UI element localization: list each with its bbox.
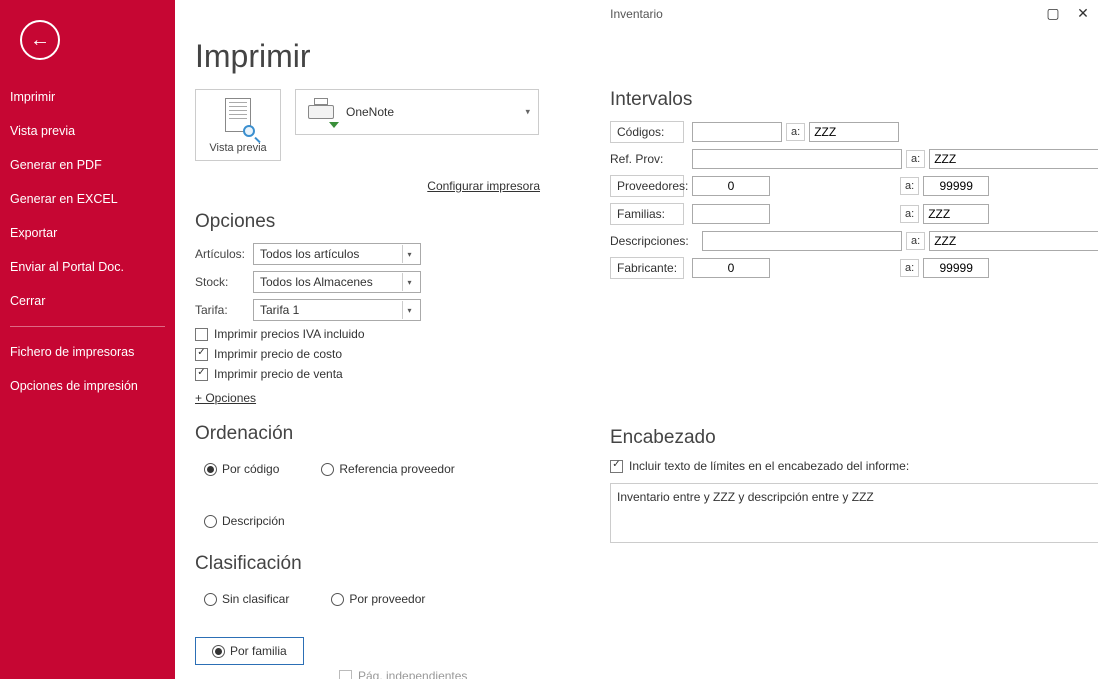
nav-generar-excel[interactable]: Generar en EXCEL xyxy=(0,182,175,216)
encabezado-textarea[interactable]: Inventario entre y ZZZ y descripción ent… xyxy=(610,483,1098,543)
ref-from-input[interactable] xyxy=(692,149,902,169)
radio-ref-proveedor[interactable]: Referencia proveedor xyxy=(312,455,463,483)
codigos-to-input[interactable] xyxy=(809,122,899,142)
desc-from-input[interactable] xyxy=(702,231,902,251)
fabricante-label[interactable]: Fabricante: xyxy=(610,257,684,279)
stock-dropdown[interactable]: Todos los Almacenes ▾ xyxy=(253,271,421,293)
articulos-dropdown[interactable]: Todos los artículos ▾ xyxy=(253,243,421,265)
nav-imprimir[interactable]: Imprimir xyxy=(0,80,175,114)
nav-exportar[interactable]: Exportar xyxy=(0,216,175,250)
page-title: Imprimir xyxy=(195,38,1078,75)
preview-label: Vista previa xyxy=(209,142,266,154)
chevron-down-icon: ▾ xyxy=(525,107,530,118)
radio-descripcion[interactable]: Descripción xyxy=(195,507,294,535)
chevron-down-icon: ▾ xyxy=(402,273,416,291)
preview-button[interactable]: Vista previa xyxy=(195,89,281,161)
fam-from-input[interactable] xyxy=(692,204,770,224)
window-title: Inventario xyxy=(610,7,663,21)
checkbox-costo[interactable]: Imprimir precio de costo xyxy=(195,347,540,361)
opciones-heading: Opciones xyxy=(195,211,540,233)
close-window-button[interactable]: ✕ xyxy=(1074,4,1092,22)
ref-prov-label: Ref. Prov: xyxy=(610,149,684,169)
desc-to-input[interactable] xyxy=(929,231,1098,251)
nav-vista-previa[interactable]: Vista previa xyxy=(0,114,175,148)
printer-selected-label: OneNote xyxy=(346,105,394,119)
a-label: a: xyxy=(900,259,919,277)
nav-enviar-portal[interactable]: Enviar al Portal Doc. xyxy=(0,250,175,284)
fam-to-input[interactable] xyxy=(923,204,989,224)
mas-opciones-link[interactable]: + Opciones xyxy=(195,391,256,405)
nav-fichero-impresoras[interactable]: Fichero de impresoras xyxy=(0,335,175,369)
radio-por-familia[interactable]: Por familia xyxy=(195,637,304,665)
fab-from-input[interactable] xyxy=(692,258,770,278)
tarifa-label: Tarifa: xyxy=(195,303,253,317)
checkbox-iva[interactable]: Imprimir precios IVA incluido xyxy=(195,327,540,341)
chevron-down-icon: ▾ xyxy=(402,245,416,263)
configure-printer-link[interactable]: Configurar impresora xyxy=(427,179,540,193)
checkbox-venta[interactable]: Imprimir precio de venta xyxy=(195,367,540,381)
checkbox-incluir-texto[interactable]: Incluir texto de límites en el encabezad… xyxy=(610,459,1098,473)
ordenacion-heading: Ordenación xyxy=(195,423,540,445)
prov-to-input[interactable] xyxy=(923,176,989,196)
fab-to-input[interactable] xyxy=(923,258,989,278)
chevron-down-icon: ▾ xyxy=(402,301,416,319)
radio-por-proveedor[interactable]: Por proveedor xyxy=(322,585,434,613)
nav-separator xyxy=(10,326,165,327)
main-content: Imprimir Vista previa OneNote ▾ xyxy=(175,28,1098,679)
back-button[interactable]: ← xyxy=(20,20,60,60)
preview-icon xyxy=(221,98,255,138)
proveedores-label[interactable]: Proveedores: xyxy=(610,175,684,197)
descripciones-label: Descripciones: xyxy=(610,231,694,251)
a-label: a: xyxy=(906,232,925,250)
familias-label[interactable]: Familias: xyxy=(610,203,684,225)
intervalos-heading: Intervalos xyxy=(610,89,1098,111)
clasificacion-heading: Clasificación xyxy=(195,553,540,575)
ref-to-input[interactable] xyxy=(929,149,1098,169)
a-label: a: xyxy=(900,205,919,223)
encabezado-heading: Encabezado xyxy=(610,427,1098,449)
prov-from-input[interactable] xyxy=(692,176,770,196)
radio-sin-clasificar[interactable]: Sin clasificar xyxy=(195,585,298,613)
tarifa-dropdown[interactable]: Tarifa 1 ▾ xyxy=(253,299,421,321)
maximize-button[interactable]: ▢ xyxy=(1044,4,1062,22)
a-label: a: xyxy=(900,177,919,195)
checkbox-pag-independientes: Pág. independientes xyxy=(339,669,540,679)
nav-opciones-impresion[interactable]: Opciones de impresión xyxy=(0,369,175,403)
nav-generar-pdf[interactable]: Generar en PDF xyxy=(0,148,175,182)
printer-icon xyxy=(306,98,336,126)
stock-label: Stock: xyxy=(195,275,253,289)
a-label: a: xyxy=(906,150,925,168)
nav-cerrar[interactable]: Cerrar xyxy=(0,284,175,318)
sidebar: ← Imprimir Vista previa Generar en PDF G… xyxy=(0,0,175,679)
codigos-from-input[interactable] xyxy=(692,122,782,142)
a-label: a: xyxy=(786,123,805,141)
radio-por-codigo[interactable]: Por código xyxy=(195,455,288,483)
articulos-label: Artículos: xyxy=(195,247,253,261)
arrow-left-icon: ← xyxy=(30,29,50,52)
printer-dropdown[interactable]: OneNote ▾ xyxy=(295,89,539,135)
codigos-label[interactable]: Códigos: xyxy=(610,121,684,143)
